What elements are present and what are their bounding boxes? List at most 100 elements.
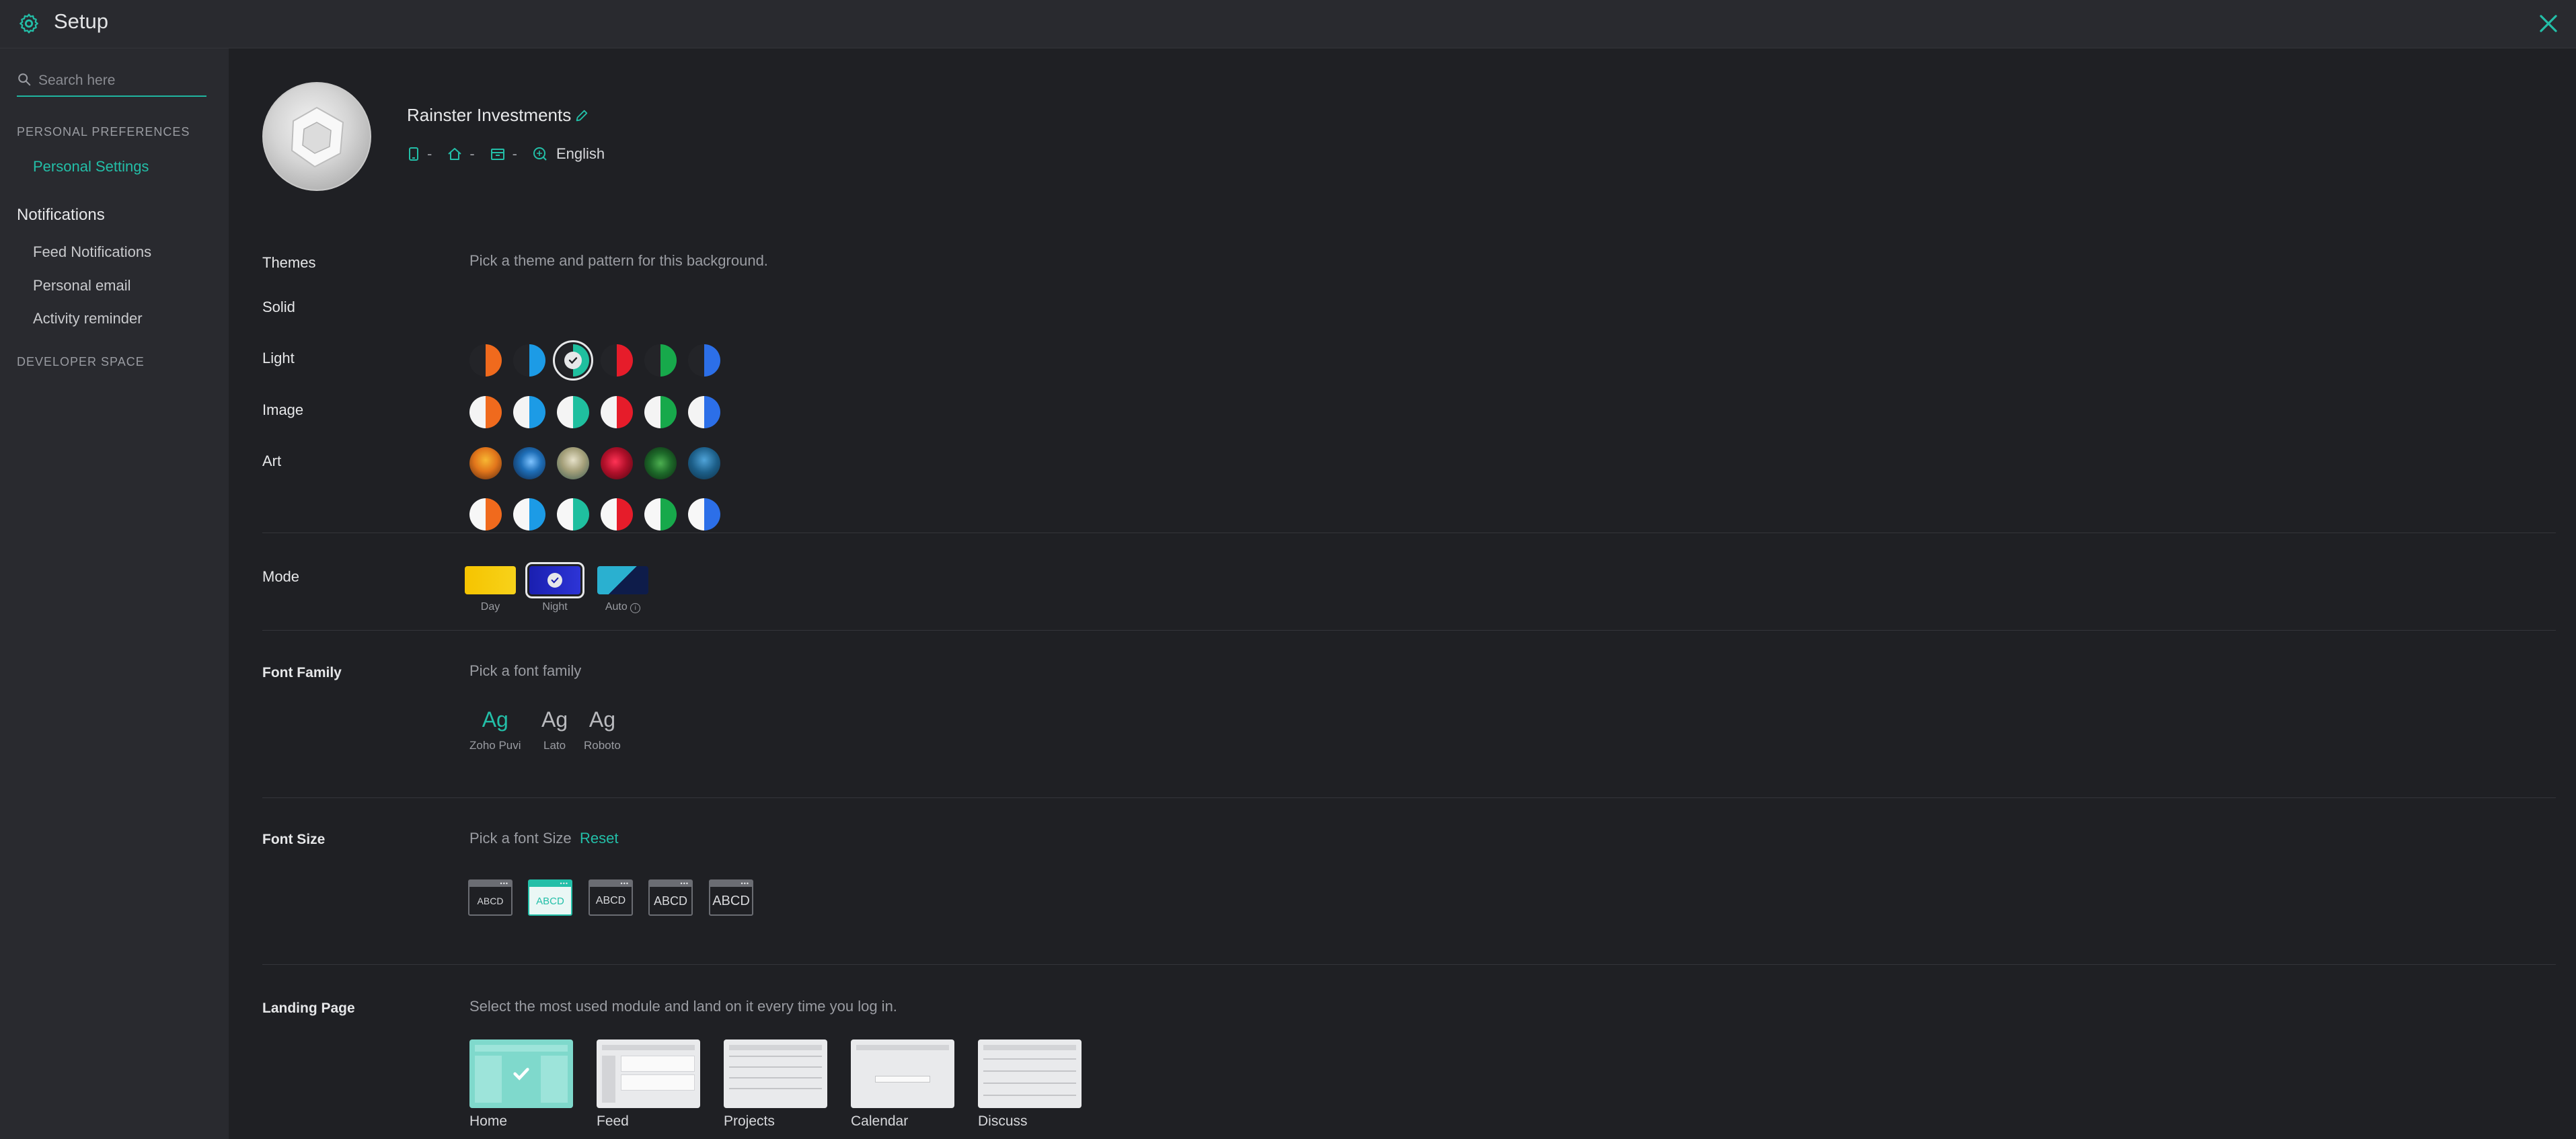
avatar-shape-icon: [291, 106, 344, 168]
mode-day[interactable]: Day: [465, 566, 516, 613]
font-option-label: Roboto: [584, 739, 621, 752]
font-size-option-5[interactable]: ••• ABCD: [709, 879, 753, 916]
org-meta: - - - English: [407, 144, 619, 164]
org-name: Rainster Investments: [407, 105, 572, 125]
theme-image-leaves[interactable]: [644, 447, 677, 479]
divider: [262, 630, 2556, 631]
sidebar: PERSONAL PREFERENCES Personal Settings N…: [0, 48, 229, 1139]
mode-label: Mode: [262, 568, 300, 585]
landing-option-label: Discuss: [978, 1113, 1028, 1129]
light-swatches: [469, 396, 732, 428]
landing-option-label: Home: [469, 1113, 508, 1129]
landing-option-projects[interactable]: Projects: [724, 1039, 827, 1130]
font-option-roboto[interactable]: Ag Roboto: [584, 707, 621, 752]
theme-light-orange[interactable]: [469, 396, 502, 428]
landing-option-label: Feed: [597, 1113, 629, 1129]
page-title: Setup: [54, 9, 109, 33]
divider: [262, 797, 2556, 798]
home-icon: [448, 148, 461, 160]
landing-option-label: Calendar: [851, 1113, 909, 1129]
check-icon: [547, 573, 562, 588]
sidebar-item-personal-email[interactable]: Personal email: [33, 277, 131, 294]
phone-value: -: [427, 145, 432, 162]
themes-label: Themes: [262, 254, 316, 271]
landing-option-calendar[interactable]: Calendar: [851, 1039, 954, 1130]
reset-link[interactable]: Reset: [580, 830, 618, 847]
font-family-label: Font Family: [262, 665, 342, 680]
theme-solid-royal-blue[interactable]: [688, 344, 720, 377]
top-bar: Setup: [0, 0, 2576, 48]
landing-option-discuss[interactable]: Discuss: [978, 1039, 1082, 1130]
theme-art-blue[interactable]: [513, 498, 545, 531]
landing-page-label: Landing Page: [262, 1000, 355, 1016]
landing-option-feed[interactable]: Feed: [597, 1039, 700, 1130]
theme-light-teal[interactable]: [557, 396, 589, 428]
mode-auto[interactable]: Auto i: [597, 566, 648, 613]
home-value: -: [469, 145, 475, 162]
font-size-sample: ABCD: [595, 895, 626, 906]
gear-icon: [20, 13, 38, 34]
building-icon: [490, 149, 504, 160]
font-size-hint: Pick a font Size: [469, 830, 572, 847]
solid-swatches: [469, 340, 732, 381]
sidebar-item-personal-settings[interactable]: Personal Settings: [33, 158, 149, 175]
theme-solid-orange[interactable]: [469, 344, 502, 377]
theme-solid-blue[interactable]: [513, 344, 545, 377]
font-option-label: Lato: [543, 739, 566, 752]
theme-light-red[interactable]: [601, 396, 633, 428]
art-swatches: [469, 498, 732, 531]
font-size-option-4[interactable]: ••• ABCD: [648, 879, 693, 916]
language-icon: [533, 147, 547, 161]
theme-light-royal-blue[interactable]: [688, 396, 720, 428]
main-content: Rainster Investments - - - English Theme…: [229, 48, 2576, 1139]
solid-label: Solid: [262, 299, 295, 315]
search-input[interactable]: [37, 68, 201, 93]
image-swatches: [469, 447, 732, 479]
font-size-sample: ABCD: [536, 896, 564, 907]
mode-night[interactable]: Night: [525, 562, 584, 613]
landing-option-home[interactable]: Home: [469, 1039, 573, 1130]
check-icon: [564, 352, 582, 369]
info-icon[interactable]: i: [630, 603, 641, 613]
font-size-option-1[interactable]: ••• ABCD: [468, 879, 513, 916]
mode-day-label: Day: [480, 601, 500, 613]
theme-solid-red[interactable]: [601, 344, 633, 377]
font-size-option-3[interactable]: ••• ABCD: [589, 879, 633, 916]
font-option-lato[interactable]: Ag Lato: [541, 707, 568, 752]
edit-pencil-icon[interactable]: [574, 108, 589, 123]
theme-art-teal[interactable]: [557, 498, 589, 531]
font-glyph: Ag: [541, 707, 568, 732]
theme-image-shore[interactable]: [557, 447, 589, 479]
landing-option-label: Projects: [724, 1113, 775, 1129]
theme-image-tower[interactable]: [688, 447, 720, 479]
theme-art-green[interactable]: [644, 498, 677, 531]
font-size-label: Font Size: [262, 832, 326, 847]
theme-art-royal-blue[interactable]: [688, 498, 720, 531]
theme-art-red[interactable]: [601, 498, 633, 531]
theme-solid-teal[interactable]: [553, 340, 593, 381]
font-size-sample: ABCD: [477, 896, 504, 906]
theme-solid-green[interactable]: [644, 344, 677, 377]
section-developer-space[interactable]: DEVELOPER SPACE: [17, 355, 145, 369]
avatar[interactable]: [262, 82, 371, 191]
building-value: -: [512, 145, 517, 162]
font-option-zoho-puvi[interactable]: Ag Zoho Puvi: [469, 707, 521, 752]
theme-art-orange[interactable]: [469, 498, 502, 531]
font-glyph: Ag: [482, 707, 508, 732]
search-box[interactable]: [17, 67, 206, 97]
divider: [262, 964, 2556, 965]
search-icon: [18, 73, 31, 86]
close-icon[interactable]: [2536, 11, 2561, 36]
theme-light-green[interactable]: [644, 396, 677, 428]
sidebar-item-feed-notifications[interactable]: Feed Notifications: [33, 243, 151, 261]
theme-light-blue[interactable]: [513, 396, 545, 428]
sidebar-item-activity-reminder[interactable]: Activity reminder: [33, 310, 143, 327]
font-option-label: Zoho Puvi: [469, 739, 521, 752]
font-glyph: Ag: [589, 707, 615, 732]
theme-image-roses[interactable]: [601, 447, 633, 479]
font-size-option-2[interactable]: ••• ABCD: [528, 879, 572, 916]
language-meta[interactable]: English: [532, 145, 605, 163]
theme-image-ocean[interactable]: [513, 447, 545, 479]
theme-image-sunset[interactable]: [469, 447, 502, 479]
sidebar-heading-notifications[interactable]: Notifications: [17, 206, 105, 225]
